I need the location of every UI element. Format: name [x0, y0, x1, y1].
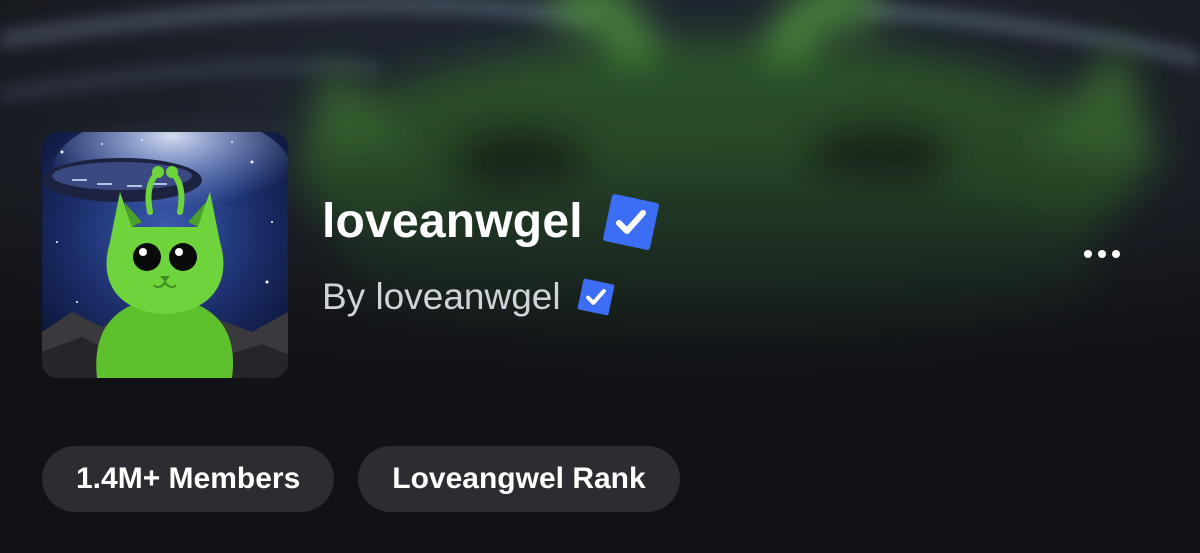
owner-link[interactable]: By loveanwgel [322, 270, 561, 324]
members-pill[interactable]: 1.4M+ Members [42, 446, 335, 512]
alien-cat-group-icon [42, 132, 288, 378]
more-options-button[interactable] [1076, 236, 1128, 272]
group-avatar [42, 132, 288, 378]
verified-badge-icon [602, 194, 659, 250]
rank-pill[interactable]: Loveangwel Rank [358, 446, 680, 512]
verified-badge-icon [577, 278, 614, 316]
owner-row: By loveanwgel [322, 270, 617, 324]
more-options-icon [1084, 250, 1120, 258]
group-name: loveanwgel [322, 195, 583, 248]
group-stats-row: 1.4M+ Members Loveangwel Rank [42, 446, 680, 512]
group-title-row: loveanwgel [322, 190, 663, 254]
group-header: loveanwgel By loveanwgel 1.4M+ Members L… [0, 0, 1200, 553]
